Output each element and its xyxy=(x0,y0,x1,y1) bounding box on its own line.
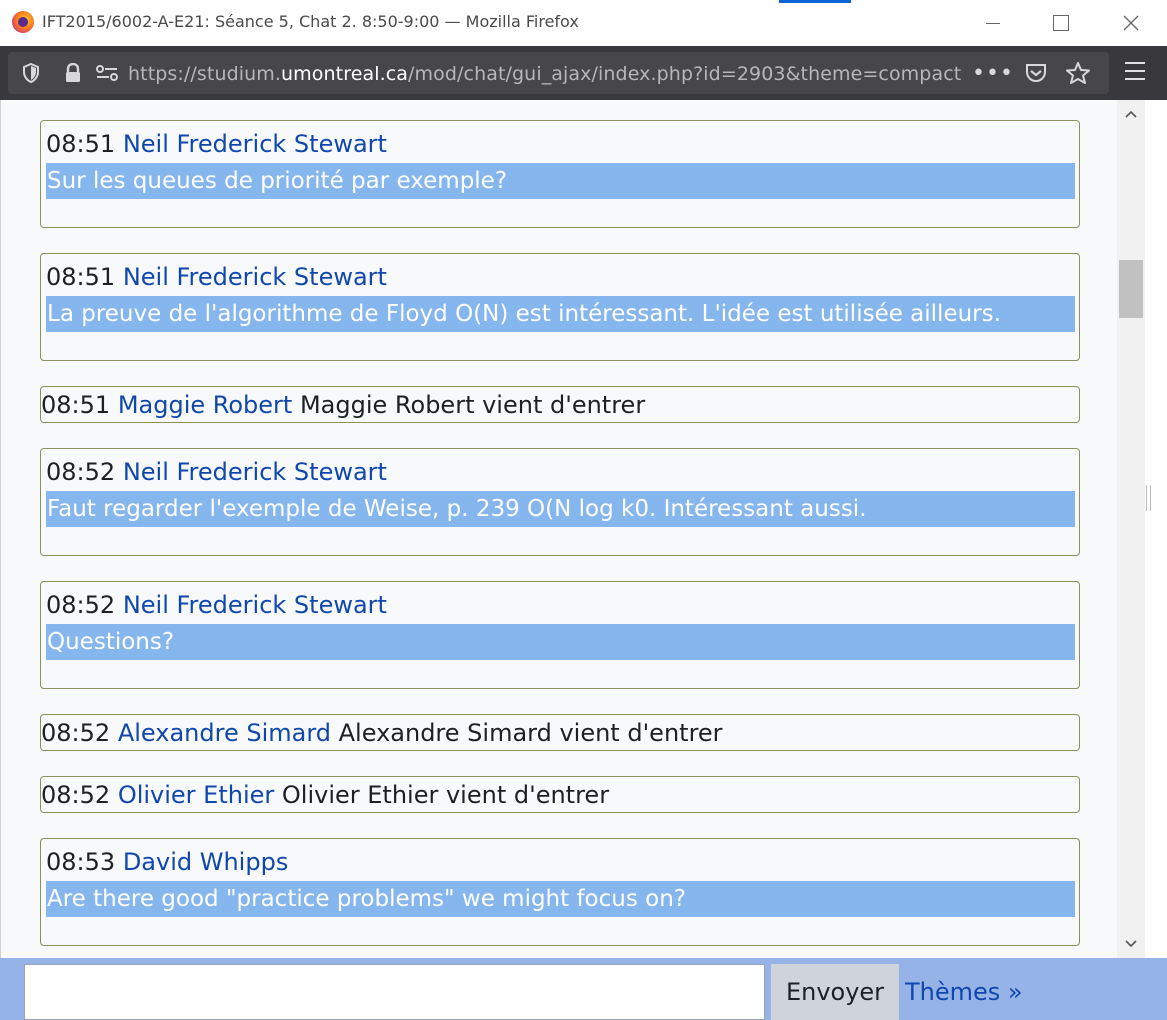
message-user-link[interactable]: Neil Frederick Stewart xyxy=(123,591,387,619)
close-icon xyxy=(1123,15,1139,31)
message-user-link[interactable]: Neil Frederick Stewart xyxy=(123,130,387,158)
app-menu-icon[interactable] xyxy=(1125,62,1149,84)
message-text: Questions? xyxy=(46,624,1075,660)
chat-message: 08:51 Neil Frederick Stewart La preuve d… xyxy=(40,253,1080,361)
send-button[interactable]: Envoyer xyxy=(771,964,899,1020)
message-time: 08:52 xyxy=(41,719,111,747)
minimize-icon xyxy=(986,22,1000,24)
message-header: 08:52 Neil Frederick Stewart xyxy=(46,458,387,486)
url-domain: umontreal.ca xyxy=(281,63,409,85)
system-message: 08:51 Maggie Robert Maggie Robert vient … xyxy=(40,386,1080,423)
message-header: 08:51 Neil Frederick Stewart xyxy=(46,263,387,291)
message-time: 08:51 xyxy=(46,130,116,158)
message-time: 08:51 xyxy=(41,391,111,419)
scroll-up-icon[interactable] xyxy=(1117,102,1145,126)
url-path: /mod/chat/gui_ajax/index.php?id=2903&the… xyxy=(408,63,962,85)
window-titlebar: IFT2015/6002-A-E21: Séance 5, Chat 2. 8:… xyxy=(0,0,1167,47)
page-content: 08:51 Neil Frederick Stewart Sur les que… xyxy=(0,100,1167,958)
system-message-text: Olivier Ethier vient d'entrer xyxy=(281,781,610,809)
message-header: 08:52 Alexandre Simard Alexandre Simard … xyxy=(41,719,723,747)
chat-message: 08:52 Neil Frederick Stewart Faut regard… xyxy=(40,448,1080,556)
browser-navbar: https://studium.umontreal.ca/mod/chat/gu… xyxy=(0,46,1167,100)
system-message: 08:52 Olivier Ethier Olivier Ethier vien… xyxy=(40,776,1080,813)
maximize-button[interactable] xyxy=(1038,8,1084,38)
system-message-text: Maggie Robert vient d'entrer xyxy=(299,391,646,419)
minimize-button[interactable] xyxy=(970,8,1016,38)
lock-icon[interactable] xyxy=(62,52,84,94)
message-header: 08:52 Neil Frederick Stewart xyxy=(46,591,387,619)
chat-message: 08:52 Neil Frederick Stewart Questions? xyxy=(40,581,1080,689)
message-time: 08:52 xyxy=(46,591,116,619)
chat-scrollbar[interactable] xyxy=(1117,100,1145,958)
address-bar[interactable]: https://studium.umontreal.ca/mod/chat/gu… xyxy=(8,52,1109,94)
message-header: 08:52 Olivier Ethier Olivier Ethier vien… xyxy=(41,781,609,809)
message-time: 08:51 xyxy=(46,263,116,291)
message-time: 08:52 xyxy=(46,458,116,486)
message-header: 08:51 Maggie Robert Maggie Robert vient … xyxy=(41,391,645,419)
scrollbar-thumb[interactable] xyxy=(1119,260,1143,318)
message-text: Are there good "practice problems" we mi… xyxy=(46,881,1075,917)
message-header: 08:53 David Whipps xyxy=(46,848,288,876)
chat-message: 08:53 David Whipps Are there good "pract… xyxy=(40,838,1080,946)
titlebar-accent xyxy=(779,0,851,3)
window-title: IFT2015/6002-A-E21: Séance 5, Chat 2. 8:… xyxy=(42,12,579,31)
firefox-logo-icon xyxy=(12,11,34,33)
chat-messages-pane: 08:51 Neil Frederick Stewart Sur les que… xyxy=(0,100,1118,958)
message-time: 08:53 xyxy=(46,848,116,876)
maximize-icon xyxy=(1053,15,1069,31)
message-user-link[interactable]: Neil Frederick Stewart xyxy=(123,263,387,291)
frame-resize-handle[interactable] xyxy=(1146,485,1151,511)
system-message: 08:52 Alexandre Simard Alexandre Simard … xyxy=(40,714,1080,751)
chat-input-bar: Envoyer Thèmes » xyxy=(0,958,1167,1020)
url-prefix: https://studium. xyxy=(128,63,282,85)
message-user-link[interactable]: Alexandre Simard xyxy=(118,719,331,747)
message-user-link[interactable]: Maggie Robert xyxy=(118,391,293,419)
themes-link[interactable]: Thèmes » xyxy=(905,978,1023,1006)
pocket-icon[interactable] xyxy=(1021,52,1051,94)
close-window-button[interactable] xyxy=(1108,8,1154,38)
message-user-link[interactable]: Neil Frederick Stewart xyxy=(123,458,387,486)
chat-message: 08:51 Neil Frederick Stewart Sur les que… xyxy=(40,120,1080,228)
url-text[interactable]: https://studium.umontreal.ca/mod/chat/gu… xyxy=(128,63,961,85)
message-text: Sur les queues de priorité par exemple? xyxy=(46,163,1075,199)
message-input[interactable] xyxy=(24,964,765,1020)
bookmark-star-icon[interactable] xyxy=(1063,52,1093,94)
message-user-link[interactable]: David Whipps xyxy=(123,848,289,876)
tracking-shield-icon[interactable] xyxy=(20,52,42,94)
page-actions-more-icon[interactable]: ••• xyxy=(972,52,1013,94)
message-time: 08:52 xyxy=(41,781,111,809)
message-user-link[interactable]: Olivier Ethier xyxy=(118,781,274,809)
system-message-text: Alexandre Simard vient d'entrer xyxy=(338,719,723,747)
message-header: 08:51 Neil Frederick Stewart xyxy=(46,130,387,158)
scroll-down-icon[interactable] xyxy=(1117,932,1145,956)
message-text: Faut regarder l'exemple de Weise, p. 239… xyxy=(46,491,1075,527)
message-text: La preuve de l'algorithme de Floyd O(N) … xyxy=(46,296,1075,332)
permissions-icon[interactable] xyxy=(94,52,120,94)
frame-gutter xyxy=(1145,100,1167,958)
